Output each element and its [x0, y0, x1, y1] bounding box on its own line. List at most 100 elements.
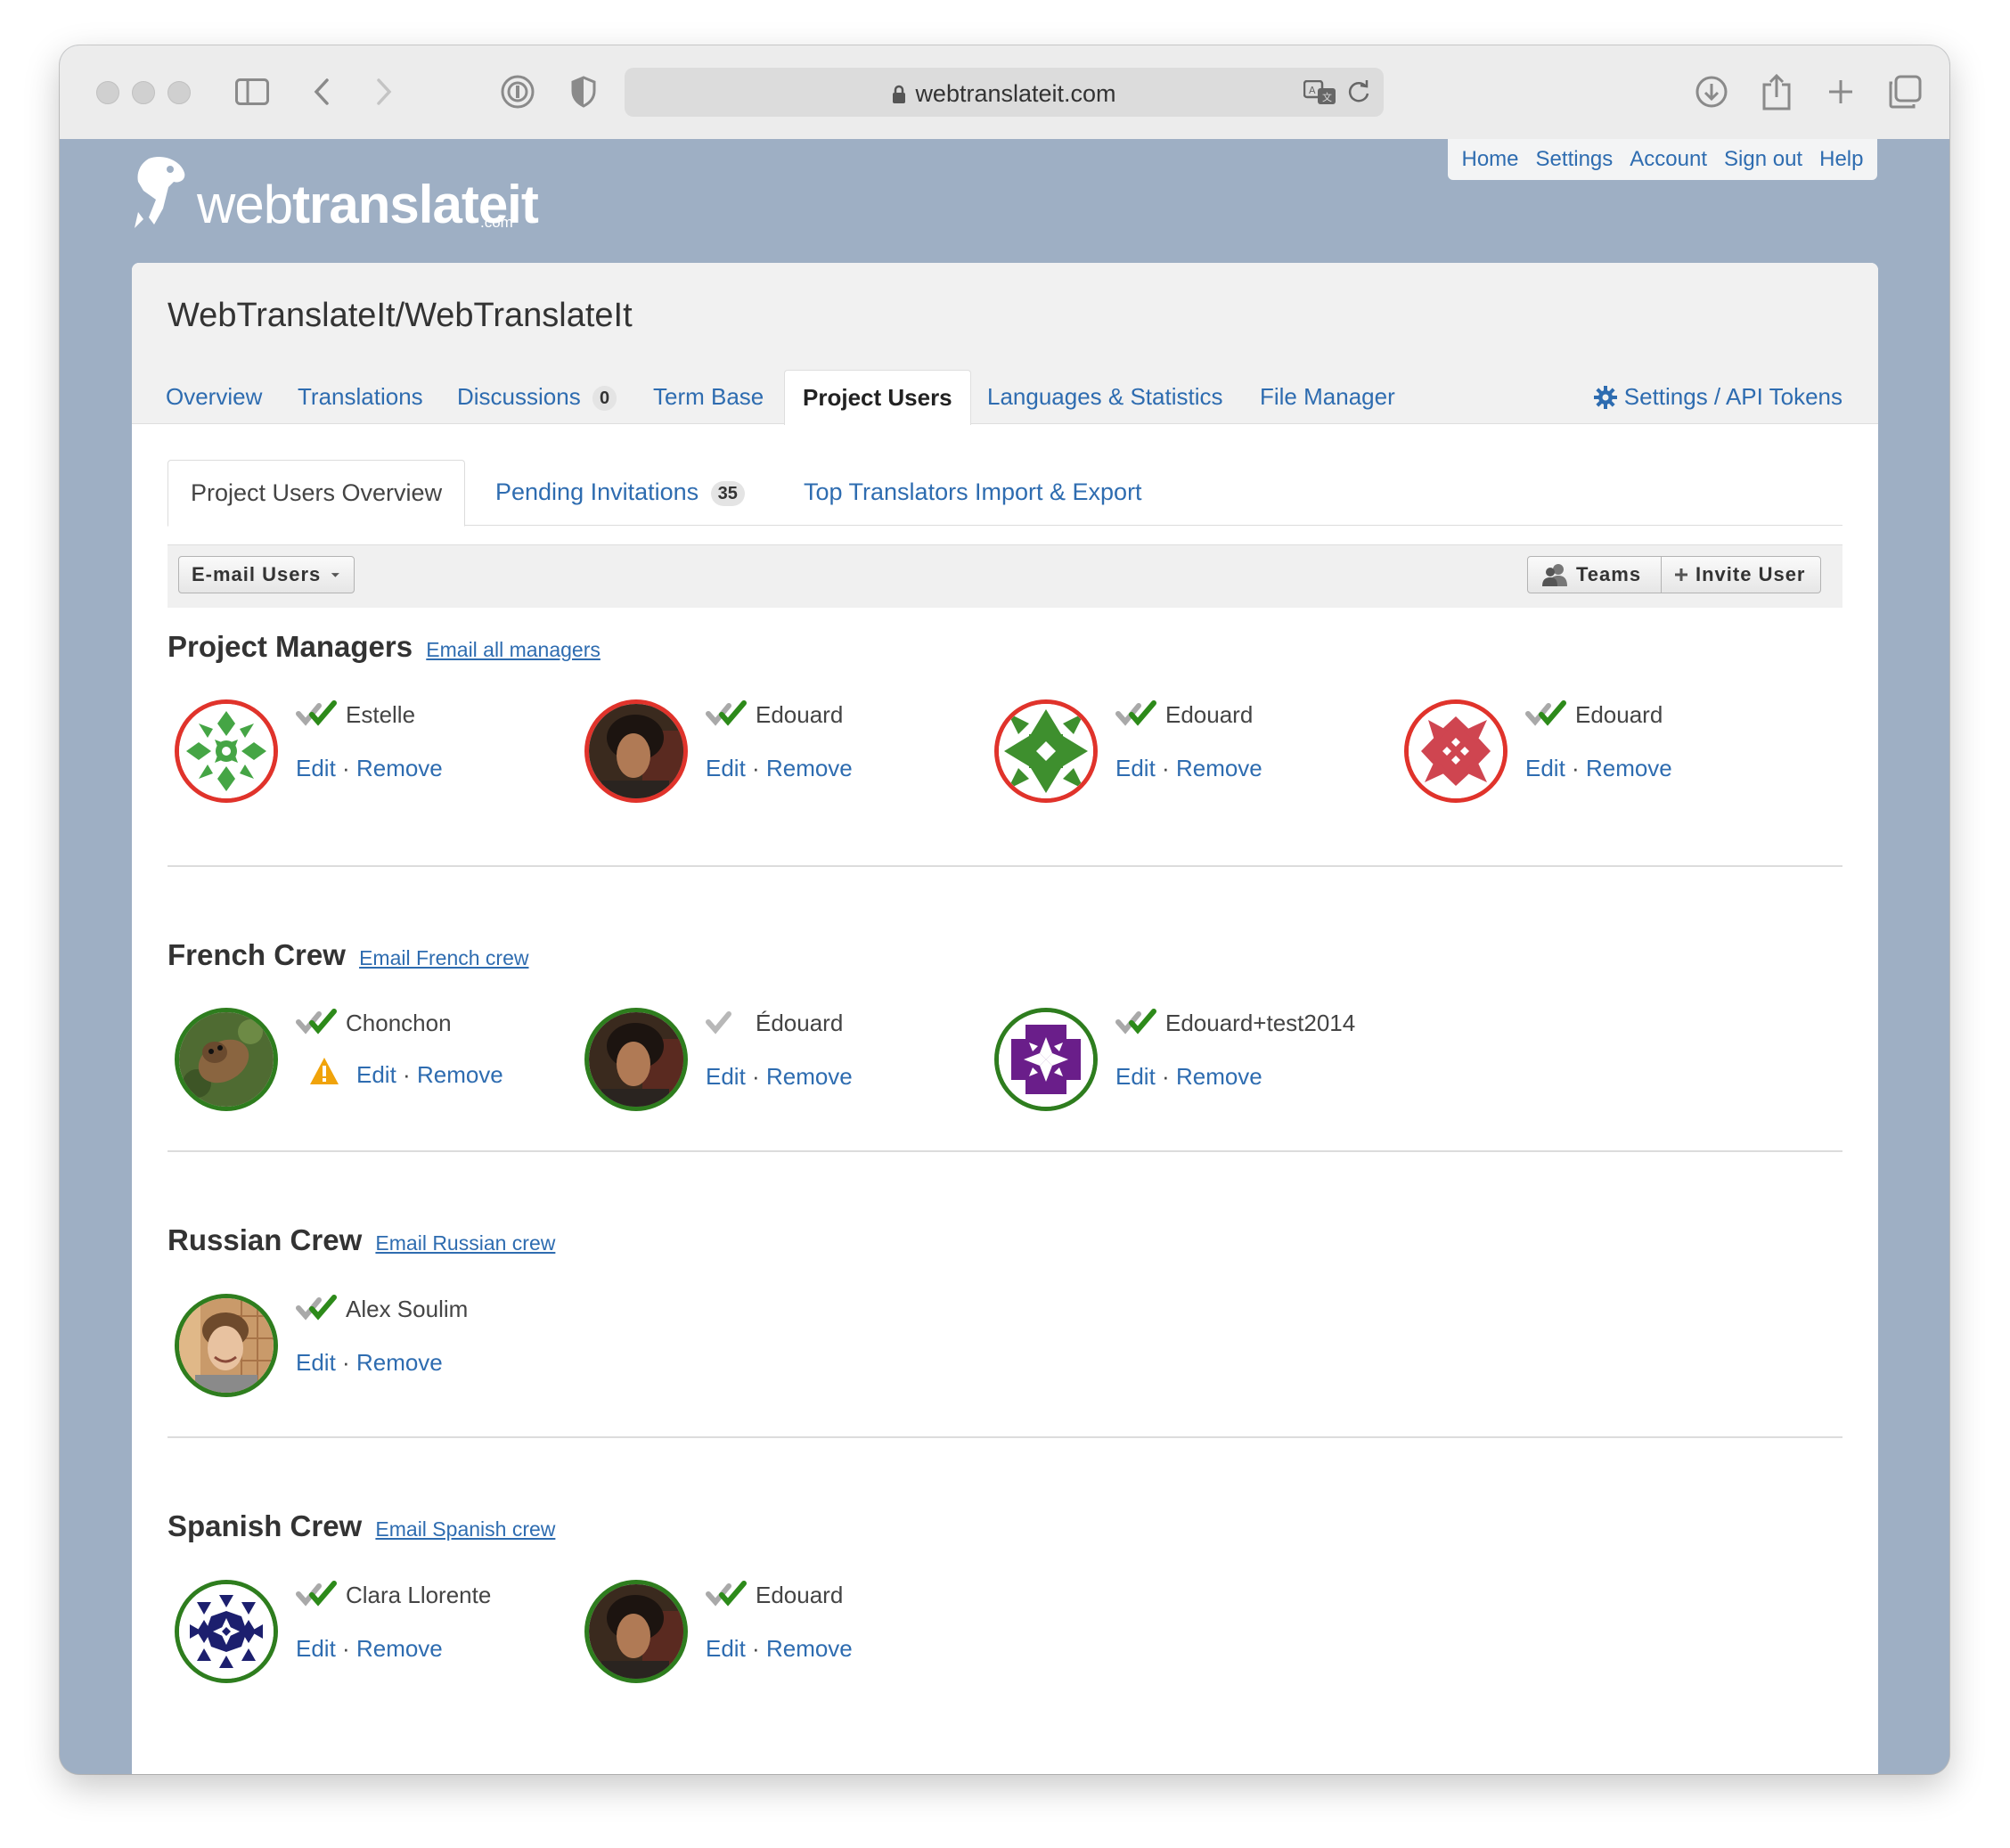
remove-link[interactable]: Remove [766, 1635, 853, 1662]
avatar[interactable] [584, 1008, 688, 1111]
remove-link[interactable]: Remove [356, 1349, 443, 1376]
user-name: Chonchon [346, 1010, 452, 1036]
verified-check-icon [1115, 700, 1156, 726]
gear-icon [1593, 385, 1617, 409]
new-tab-icon[interactable] [1819, 70, 1862, 113]
avatar[interactable] [175, 1294, 278, 1397]
remove-link[interactable]: Remove [356, 1635, 443, 1662]
email-russian-crew-link[interactable]: Email Russian crew [375, 1231, 555, 1255]
user-card: Edouard Edit · Remove [987, 699, 1361, 815]
nav-settings-link[interactable]: Settings [1536, 147, 1614, 172]
edit-link[interactable]: Edit [1115, 755, 1156, 781]
back-icon[interactable] [300, 70, 343, 113]
avatar[interactable] [584, 1580, 688, 1683]
avatar[interactable] [175, 699, 278, 803]
tab-overview-icon[interactable] [1883, 70, 1926, 113]
plus-icon [1675, 568, 1687, 581]
teams-button[interactable]: Teams [1527, 556, 1662, 593]
user-card: Estelle Edit · Remove [168, 699, 542, 815]
close-window-button[interactable] [96, 81, 119, 104]
nav-account-link[interactable]: Account [1630, 147, 1707, 172]
edit-link[interactable]: Edit [1115, 1063, 1156, 1090]
address-bar[interactable]: webtranslateit.com A文 [625, 68, 1384, 117]
sidebar-icon[interactable] [231, 70, 274, 113]
subtab-top-translators[interactable]: Top Translators [804, 460, 968, 525]
verified-check-icon [296, 1581, 337, 1607]
email-all-managers-link[interactable]: Email all managers [426, 638, 601, 661]
project-title: WebTranslateIt/WebTranslateIt [168, 297, 633, 334]
caret-down-icon [331, 573, 340, 577]
remove-link[interactable]: Remove [766, 755, 853, 781]
tab-languages-statistics[interactable]: Languages & Statistics [987, 370, 1223, 424]
password-manager-icon[interactable] [496, 70, 539, 113]
minimize-window-button[interactable] [132, 81, 155, 104]
avatar[interactable] [175, 1008, 278, 1111]
tab-term-base[interactable]: Term Base [653, 370, 764, 424]
user-card: Chonchon Edit · Remove [168, 1008, 542, 1124]
user-actions: Edit · Remove [706, 1635, 853, 1662]
identicon-green-icon [179, 704, 274, 798]
user-photo-icon [589, 704, 683, 798]
remove-link[interactable]: Remove [1176, 755, 1262, 781]
email-users-dropdown[interactable]: E-mail Users [178, 556, 355, 593]
user-card: Alex Soulim Edit · Remove [168, 1294, 542, 1410]
nav-help-link[interactable]: Help [1819, 147, 1863, 172]
tab-overview[interactable]: Overview [166, 370, 262, 424]
tab-settings-api-tokens[interactable]: Settings / API Tokens [1593, 370, 1842, 424]
user-name: Estelle [346, 701, 416, 728]
tab-translations[interactable]: Translations [298, 370, 423, 424]
edit-link[interactable]: Edit [706, 1635, 746, 1662]
subtab-pending-invitations[interactable]: Pending Invitations 35 [495, 460, 745, 525]
edit-link[interactable]: Edit [296, 1635, 336, 1662]
tab-discussions[interactable]: Discussions 0 [457, 370, 617, 424]
email-spanish-crew-link[interactable]: Email Spanish crew [375, 1517, 555, 1541]
zoom-window-button[interactable] [168, 81, 191, 104]
share-icon[interactable] [1755, 70, 1798, 113]
project-card: WebTranslateIt/WebTranslateIt Overview T… [132, 263, 1878, 1774]
warning-icon[interactable] [308, 1056, 340, 1086]
users-subtabs: Project Users Overview Pending Invitatio… [168, 460, 1842, 527]
avatar[interactable] [175, 1580, 278, 1683]
edit-link[interactable]: Edit [706, 755, 746, 781]
users-icon [1542, 564, 1567, 586]
forward-icon[interactable] [363, 70, 405, 113]
edit-link[interactable]: Edit [1525, 755, 1565, 781]
remove-link[interactable]: Remove [1176, 1063, 1262, 1090]
privacy-shield-icon[interactable] [562, 70, 605, 113]
remove-link[interactable]: Remove [766, 1063, 853, 1090]
section-title-spanish-crew: Spanish Crew Email Spanish crew [168, 1509, 556, 1542]
avatar[interactable] [994, 699, 1098, 803]
downloads-icon[interactable] [1690, 70, 1733, 113]
avatar[interactable] [584, 699, 688, 803]
edit-link[interactable]: Edit [356, 1061, 396, 1088]
user-card: Clara Llorente Edit · Remove [168, 1580, 542, 1696]
avatar[interactable] [1404, 699, 1508, 803]
translate-icon[interactable]: A文 [1303, 79, 1337, 110]
identicon-navy-icon [179, 1584, 274, 1679]
user-actions: Edit · Remove [1115, 1063, 1262, 1090]
subtab-project-users-overview[interactable]: Project Users Overview [168, 460, 466, 527]
project-tabs: Overview Translations Discussions 0 Term… [132, 370, 1878, 425]
section-title-french-crew: French Crew Email French crew [168, 938, 529, 971]
webtranslateit-logo[interactable]: webtranslateit [133, 151, 539, 232]
nav-sign-out-link[interactable]: Sign out [1724, 147, 1802, 172]
edit-link[interactable]: Edit [706, 1063, 746, 1090]
edit-link[interactable]: Edit [296, 1349, 336, 1376]
nav-home-link[interactable]: Home [1462, 147, 1519, 172]
tab-file-manager[interactable]: File Manager [1260, 370, 1395, 424]
subtab-import-export[interactable]: Import & Export [975, 460, 1142, 525]
avatar[interactable] [994, 1008, 1098, 1111]
url-text: webtranslateit.com [625, 80, 1384, 108]
email-french-crew-link[interactable]: Email French crew [359, 946, 528, 969]
reload-icon[interactable] [1346, 78, 1371, 110]
remove-link[interactable]: Remove [356, 755, 443, 781]
tab-project-users[interactable]: Project Users [784, 370, 971, 425]
invite-user-button[interactable]: Invite User [1661, 556, 1821, 593]
edit-link[interactable]: Edit [296, 755, 336, 781]
remove-link[interactable]: Remove [417, 1061, 503, 1088]
verified-check-icon [706, 700, 747, 726]
section-title-russian-crew: Russian Crew Email Russian crew [168, 1223, 556, 1256]
remove-link[interactable]: Remove [1586, 755, 1672, 781]
users-action-bar: E-mail Users Teams Invite User [168, 544, 1842, 608]
user-name: Edouard [756, 701, 844, 728]
